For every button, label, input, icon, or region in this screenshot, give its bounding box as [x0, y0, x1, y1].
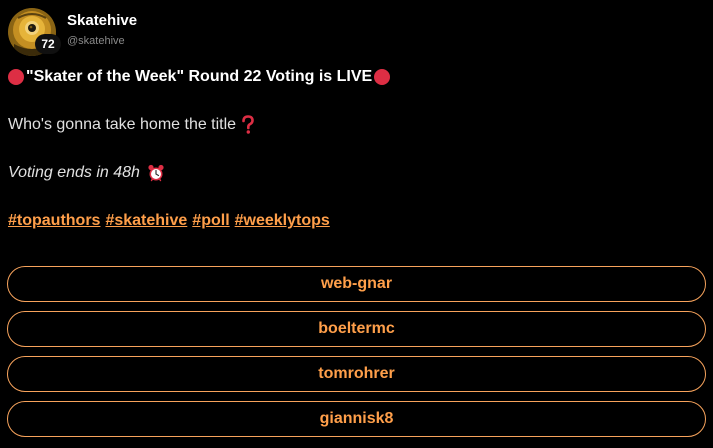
question-line: Who's gonna take home the title	[8, 114, 705, 136]
post-headline: "Skater of the Week" Round 22 Voting is …	[8, 66, 705, 88]
post-header: 72 Skatehive @skatehive	[8, 8, 137, 56]
author-name[interactable]: Skatehive	[67, 12, 137, 30]
question-text: Who's gonna take home the title	[8, 116, 237, 133]
poll-option-tomrohrer[interactable]: tomrohrer	[7, 356, 706, 392]
hashtag-list: #topauthors #skatehive #poll #weeklytops	[8, 210, 705, 232]
poll: web-gnar boeltermc tomrohrer giannisk8	[7, 266, 706, 446]
red-circle-icon	[8, 69, 24, 85]
poll-option-boeltermc[interactable]: boeltermc	[7, 311, 706, 347]
red-circle-icon	[374, 69, 391, 85]
hashtag-link-topauthors[interactable]: #topauthors	[8, 210, 100, 232]
author-info: Skatehive @skatehive	[67, 8, 137, 49]
hashtag-link-skatehive[interactable]: #skatehive	[105, 210, 187, 232]
poll-option-web-gnar[interactable]: web-gnar	[7, 266, 706, 302]
post-body: "Skater of the Week" Round 22 Voting is …	[8, 66, 705, 232]
author-handle[interactable]: @skatehive	[67, 33, 137, 49]
voting-note-line: Voting ends in 48h	[8, 162, 705, 184]
reputation-badge: 72	[35, 34, 61, 54]
avatar-container[interactable]: 72	[8, 8, 61, 56]
hashtag-link-poll[interactable]: #poll	[192, 210, 229, 232]
alarm-clock-icon	[148, 164, 164, 182]
headline-text: "Skater of the Week" Round 22 Voting is …	[26, 68, 373, 85]
voting-note-text: Voting ends in 48h	[8, 164, 140, 181]
poll-option-giannisk8[interactable]: giannisk8	[7, 401, 706, 437]
hashtag-link-weeklytops[interactable]: #weeklytops	[235, 210, 330, 232]
red-question-mark-icon	[242, 115, 254, 134]
